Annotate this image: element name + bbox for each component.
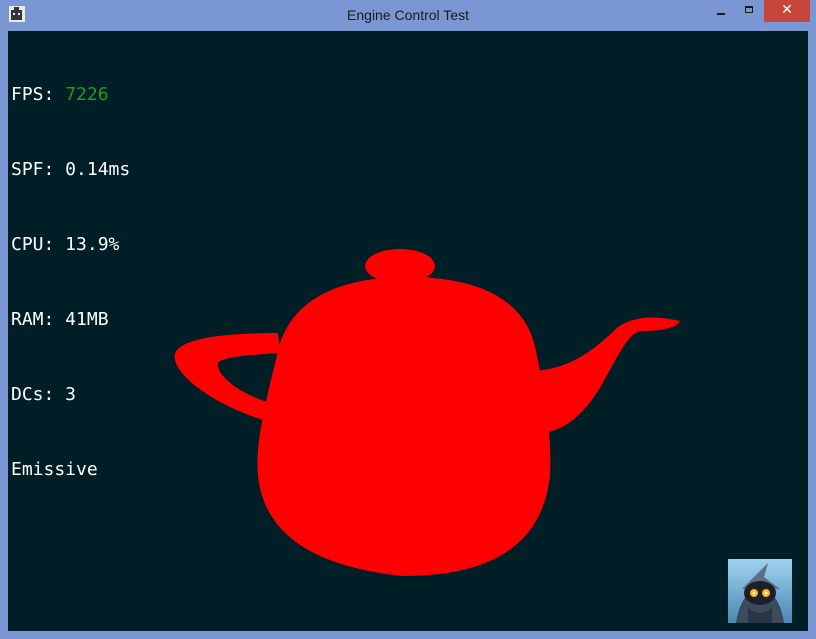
cpu-readout: CPU: 13.9% — [11, 234, 120, 255]
title-bar[interactable]: Engine Control Test ✕ — [0, 0, 816, 31]
minimize-icon — [717, 13, 725, 15]
maximize-icon — [745, 6, 753, 13]
fps-readout: FPS: 7226 — [11, 82, 130, 107]
close-icon: ✕ — [781, 2, 793, 18]
close-button[interactable]: ✕ — [764, 0, 810, 22]
window-title: Engine Control Test — [347, 7, 469, 23]
fps-label: FPS: — [11, 84, 66, 105]
app-window: Engine Control Test ✕ FPS: 7226 SPF: 0.1… — [0, 0, 816, 639]
wizard-avatar-icon — [728, 559, 792, 623]
minimize-button[interactable] — [707, 0, 735, 22]
fps-value: 7226 — [65, 84, 109, 105]
spf-readout: SPF: 0.14ms — [11, 159, 131, 180]
ram-readout: RAM: 41MB — [11, 309, 109, 330]
render-viewport[interactable]: FPS: 7226 SPF: 0.14ms CPU: 13.9% RAM: 41… — [8, 31, 808, 631]
stats-overlay: FPS: 7226 SPF: 0.14ms CPU: 13.9% RAM: 41… — [11, 32, 130, 532]
shading-mode-label: Emissive — [11, 459, 98, 480]
drawcalls-readout: DCs: 3 — [11, 384, 77, 405]
maximize-button[interactable] — [736, 0, 764, 22]
